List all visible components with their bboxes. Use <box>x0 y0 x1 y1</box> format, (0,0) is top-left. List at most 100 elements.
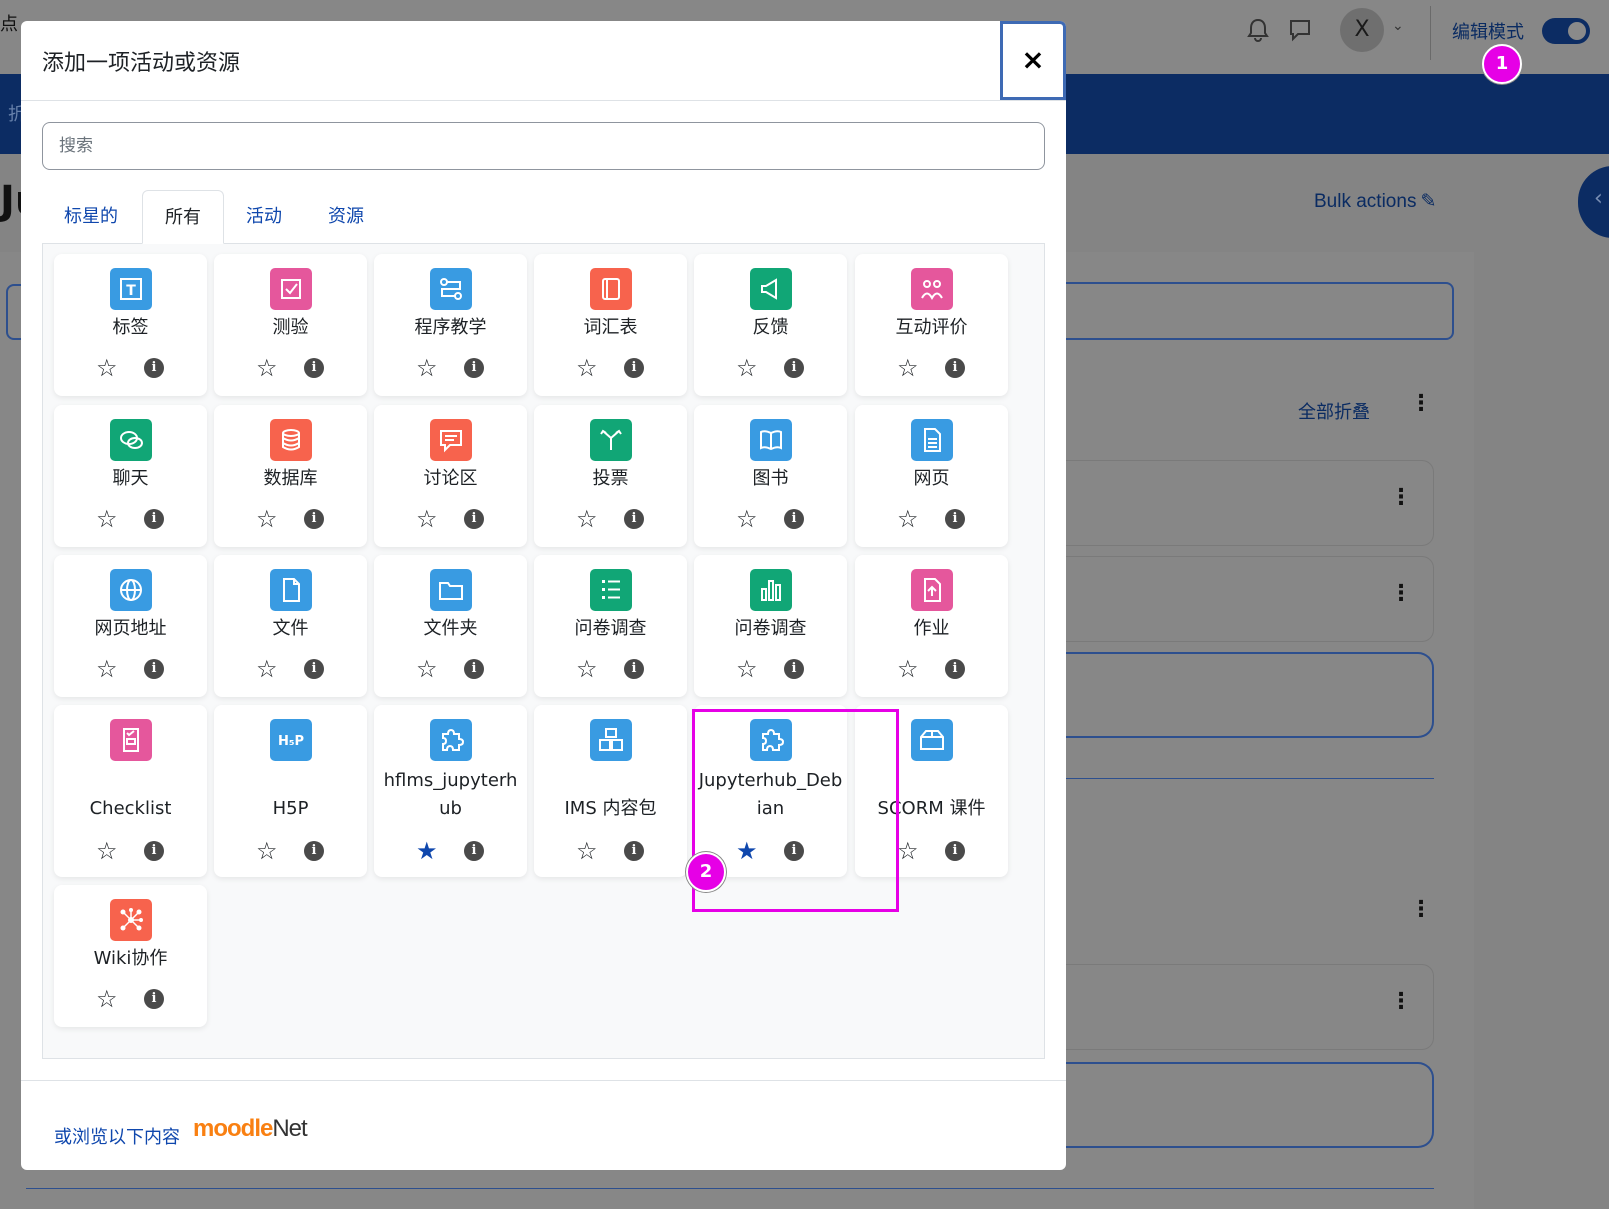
info-icon[interactable]: i <box>144 989 164 1009</box>
star-outline-icon[interactable]: ☆ <box>576 507 598 531</box>
activity-card[interactable]: 聊天 ☆ i <box>54 405 207 547</box>
collapse-all-link[interactable]: 全部折叠 <box>1298 398 1370 424</box>
star-outline-icon[interactable]: ☆ <box>897 356 919 380</box>
star-outline-icon[interactable]: ☆ <box>416 507 438 531</box>
star-outline-icon[interactable]: ☆ <box>96 657 118 681</box>
edit-mode-toggle[interactable] <box>1542 18 1590 44</box>
kebab-menu-icon[interactable]: ⋮ <box>1410 393 1432 415</box>
url-icon <box>110 569 152 611</box>
bg-search-field[interactable] <box>1060 282 1454 340</box>
browse-moodlenet-link[interactable]: 或浏览以下内容 <box>54 1123 180 1149</box>
activity-card[interactable]: Checklist ☆ i <box>54 705 207 877</box>
activity-label: 问卷调查 <box>574 618 647 639</box>
star-outline-icon[interactable]: ☆ <box>897 507 919 531</box>
star-outline-icon[interactable]: ☆ <box>96 507 118 531</box>
h5p-icon: H₅P <box>270 719 312 761</box>
info-icon[interactable]: i <box>945 358 965 378</box>
star-outline-icon[interactable]: ☆ <box>96 987 118 1011</box>
info-icon[interactable]: i <box>624 841 644 861</box>
info-icon[interactable]: i <box>624 509 644 529</box>
star-outline-icon[interactable]: ☆ <box>736 657 758 681</box>
activity-card[interactable]: 文件夹 ☆ i <box>374 555 527 697</box>
user-avatar[interactable]: X <box>1340 8 1384 52</box>
activity-label: 问卷调查 <box>734 618 807 639</box>
activity-card[interactable]: 作业 ☆ i <box>855 555 1008 697</box>
messages-icon[interactable] <box>1287 18 1313 44</box>
star-outline-icon[interactable]: ☆ <box>576 657 598 681</box>
tab-activities[interactable]: 活动 <box>224 190 304 244</box>
info-icon[interactable]: i <box>464 509 484 529</box>
info-icon[interactable]: i <box>945 659 965 679</box>
info-icon[interactable]: i <box>304 841 324 861</box>
activity-card[interactable]: 网页地址 ☆ i <box>54 555 207 697</box>
info-icon[interactable]: i <box>464 659 484 679</box>
star-outline-icon[interactable]: ☆ <box>96 839 118 863</box>
star-outline-icon[interactable]: ☆ <box>576 356 598 380</box>
close-button[interactable]: × <box>1000 21 1066 100</box>
activity-label: Checklist <box>89 798 172 819</box>
activity-card[interactable]: hflms_jupyterhub ★ i <box>374 705 527 877</box>
modal-footer: 或浏览以下内容 moodleNet <box>21 1080 1066 1170</box>
info-icon[interactable]: i <box>784 659 804 679</box>
activity-card[interactable]: 问卷调查 ☆ i <box>694 555 847 697</box>
activity-card[interactable]: 讨论区 ☆ i <box>374 405 527 547</box>
tab-starred[interactable]: 标星的 <box>42 190 140 244</box>
info-icon[interactable]: i <box>464 358 484 378</box>
tab-all[interactable]: 所有 <box>142 190 224 244</box>
star-outline-icon[interactable]: ☆ <box>576 839 598 863</box>
kebab-menu-icon[interactable]: ⋮ <box>1410 899 1432 921</box>
activity-card[interactable]: 词汇表 ☆ i <box>534 254 687 396</box>
info-icon[interactable]: i <box>784 509 804 529</box>
info-icon[interactable]: i <box>784 358 804 378</box>
activity-card[interactable]: T 标签 ☆ i <box>54 254 207 396</box>
info-icon[interactable]: i <box>144 659 164 679</box>
activity-card[interactable]: 图书 ☆ i <box>694 405 847 547</box>
star-outline-icon[interactable]: ☆ <box>256 839 278 863</box>
info-icon[interactable]: i <box>144 841 164 861</box>
chevron-down-icon[interactable]: ⌄ <box>1392 18 1404 34</box>
kebab-menu-icon[interactable]: ⋮ <box>1390 487 1412 509</box>
activity-card[interactable]: 程序教学 ☆ i <box>374 254 527 396</box>
info-icon[interactable]: i <box>624 358 644 378</box>
activity-card[interactable]: 问卷调查 ☆ i <box>534 555 687 697</box>
info-icon[interactable]: i <box>945 509 965 529</box>
star-outline-icon[interactable]: ☆ <box>416 657 438 681</box>
puzzle-icon <box>430 719 472 761</box>
kebab-menu-icon[interactable]: ⋮ <box>1390 583 1412 605</box>
moodlenet-logo[interactable]: moodleNet <box>193 1115 308 1143</box>
activity-card[interactable]: 数据库 ☆ i <box>214 405 367 547</box>
activity-card[interactable]: 网页 ☆ i <box>855 405 1008 547</box>
star-outline-icon[interactable]: ☆ <box>96 356 118 380</box>
search-input[interactable] <box>42 122 1045 170</box>
kebab-menu-icon[interactable]: ⋮ <box>1390 991 1412 1013</box>
info-icon[interactable]: i <box>464 841 484 861</box>
activity-card[interactable]: 反馈 ☆ i <box>694 254 847 396</box>
bulk-actions-link[interactable]: Bulk actions ✎ <box>1314 190 1436 213</box>
activity-card[interactable]: 测验 ☆ i <box>214 254 367 396</box>
activity-card[interactable]: IMS 内容包 ☆ i <box>534 705 687 877</box>
star-outline-icon[interactable]: ☆ <box>736 507 758 531</box>
star-outline-icon[interactable]: ☆ <box>256 507 278 531</box>
activity-card[interactable]: 投票 ☆ i <box>534 405 687 547</box>
activity-card[interactable]: Wiki协作 ☆ i <box>54 885 207 1027</box>
notification-bell-icon[interactable] <box>1245 18 1271 44</box>
info-icon[interactable]: i <box>144 358 164 378</box>
activity-card[interactable]: H₅P H5P ☆ i <box>214 705 367 877</box>
info-icon[interactable]: i <box>304 509 324 529</box>
info-icon[interactable]: i <box>624 659 644 679</box>
star-outline-icon[interactable]: ☆ <box>736 356 758 380</box>
star-outline-icon[interactable]: ☆ <box>416 356 438 380</box>
star-outline-icon[interactable]: ☆ <box>897 657 919 681</box>
info-icon[interactable]: i <box>304 659 324 679</box>
activity-card[interactable]: 互动评价 ☆ i <box>855 254 1008 396</box>
star-filled-icon[interactable]: ★ <box>416 839 438 863</box>
info-icon[interactable]: i <box>945 841 965 861</box>
info-icon[interactable]: i <box>304 358 324 378</box>
activity-card[interactable]: 文件 ☆ i <box>214 555 367 697</box>
star-outline-icon[interactable]: ☆ <box>897 839 919 863</box>
section-row <box>1060 964 1434 1050</box>
star-outline-icon[interactable]: ☆ <box>256 657 278 681</box>
star-outline-icon[interactable]: ☆ <box>256 356 278 380</box>
info-icon[interactable]: i <box>144 509 164 529</box>
tab-resources[interactable]: 资源 <box>306 190 386 244</box>
